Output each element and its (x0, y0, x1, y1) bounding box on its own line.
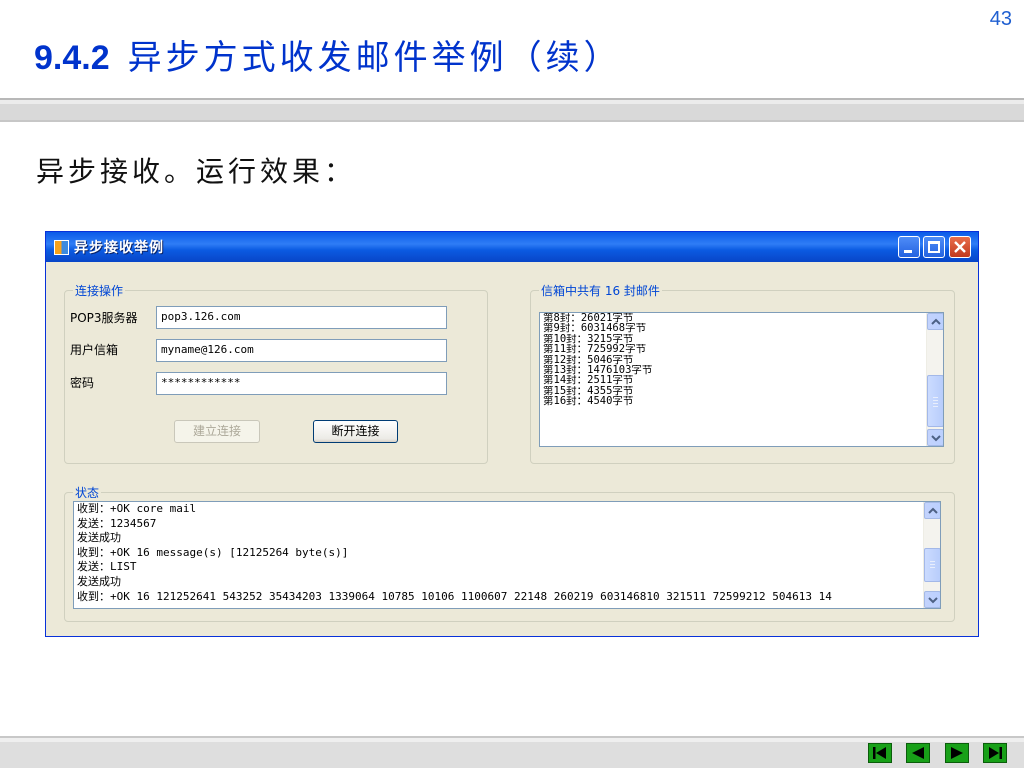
list-item[interactable]: 第10封：3215字节 (543, 334, 923, 344)
scroll-thumb[interactable] (927, 375, 943, 427)
log-line: 发送成功 (77, 574, 121, 588)
slide-subtitle: 异步接收。运行效果： (36, 155, 357, 188)
app-icon (54, 239, 69, 255)
minimize-button[interactable] (898, 236, 920, 258)
password-input[interactable]: ************ (156, 372, 447, 395)
title-text: 异步方式收发邮件举例（续） (127, 38, 622, 78)
log-line: 收到：+OK 16 121252641 543252 35434203 1339… (77, 589, 832, 603)
window-title: 异步接收举例 (74, 240, 164, 256)
scroll-up-button[interactable] (927, 313, 943, 330)
maximize-button[interactable] (923, 236, 945, 258)
app-window: 异步接收举例 连接操作 POP3服务器 pop3.126.com 用户信箱 my… (45, 231, 979, 637)
mail-list-items: 第8封：26021字节 第9封：6031468字节 第10封：3215字节 第1… (543, 313, 923, 407)
previous-page-icon (912, 747, 924, 759)
connection-legend: 连接操作 (73, 282, 126, 299)
chevron-up-icon (931, 318, 941, 325)
maximize-icon (928, 241, 940, 253)
previous-page-button[interactable] (906, 743, 930, 763)
status-log[interactable]: 收到：+OK core mail 发送：1234567 发送成功 收到：+OK … (73, 501, 941, 609)
close-icon (954, 241, 966, 253)
last-page-button[interactable] (983, 743, 1007, 763)
scroll-up-button[interactable] (924, 502, 940, 519)
window-titlebar[interactable]: 异步接收举例 (46, 232, 978, 262)
list-item[interactable]: 第12封：5046字节 (543, 355, 923, 365)
log-line: 发送：1234567 (77, 516, 157, 530)
title-divider (0, 98, 1024, 122)
chevron-up-icon (928, 507, 938, 514)
last-page-icon (989, 747, 1002, 759)
mailbox-groupbox: 信箱中共有 16 封邮件 第8封：26021字节 第9封：6031468字节 第… (530, 282, 955, 464)
minimize-icon (904, 250, 912, 253)
next-page-button[interactable] (945, 743, 969, 763)
list-item[interactable]: 第13封：1476103字节 (543, 365, 923, 375)
status-log-lines: 收到：+OK core mail 发送：1234567 发送成功 收到：+OK … (77, 502, 920, 604)
mail-list-scrollbar[interactable] (926, 313, 943, 446)
slide-number: 43 (989, 8, 1012, 30)
close-button[interactable] (949, 236, 971, 258)
chevron-down-icon (928, 597, 938, 604)
list-item[interactable]: 第11封：725992字节 (543, 344, 923, 354)
list-item[interactable]: 第15封：4355字节 (543, 386, 923, 396)
server-input[interactable]: pop3.126.com (156, 306, 447, 329)
disconnect-button[interactable]: 断开连接 (313, 420, 398, 443)
log-line: 发送成功 (77, 531, 121, 545)
scroll-down-button[interactable] (924, 591, 940, 608)
server-label: POP3服务器 (70, 311, 138, 325)
first-page-button[interactable] (868, 743, 892, 763)
list-item[interactable]: 第16封：4540字节 (543, 396, 923, 406)
list-item[interactable]: 第14封：2511字节 (543, 375, 923, 385)
user-input[interactable]: myname@126.com (156, 339, 447, 362)
title-section-number: 9.4.2 (34, 39, 110, 77)
status-groupbox: 状态 收到：+OK core mail 发送：1234567 发送成功 收到：+… (64, 484, 955, 622)
next-page-icon (951, 747, 963, 759)
status-legend: 状态 (73, 484, 102, 501)
list-item[interactable]: 第9封：6031468字节 (543, 323, 923, 333)
status-scrollbar[interactable] (923, 502, 940, 608)
log-line: 发送：LIST (77, 560, 137, 574)
log-line: 收到：+OK 16 message(s) [12125264 byte(s)] (77, 545, 349, 559)
mailbox-legend: 信箱中共有 16 封邮件 (539, 282, 662, 299)
connection-groupbox: 连接操作 POP3服务器 pop3.126.com 用户信箱 myname@12… (64, 282, 488, 464)
scroll-thumb[interactable] (924, 548, 940, 582)
list-item[interactable]: 第8封：26021字节 (543, 313, 923, 323)
chevron-down-icon (931, 435, 941, 442)
slide-title: 9.4.2 异步方式收发邮件举例（续） (34, 30, 622, 79)
connect-button[interactable]: 建立连接 (174, 420, 260, 443)
first-page-icon (873, 747, 886, 759)
scroll-down-button[interactable] (927, 429, 943, 446)
password-label: 密码 (70, 376, 95, 390)
user-label: 用户信箱 (70, 343, 119, 357)
log-line: 收到：+OK core mail (77, 502, 197, 515)
mail-size-list[interactable]: 第8封：26021字节 第9封：6031468字节 第10封：3215字节 第1… (539, 312, 944, 447)
